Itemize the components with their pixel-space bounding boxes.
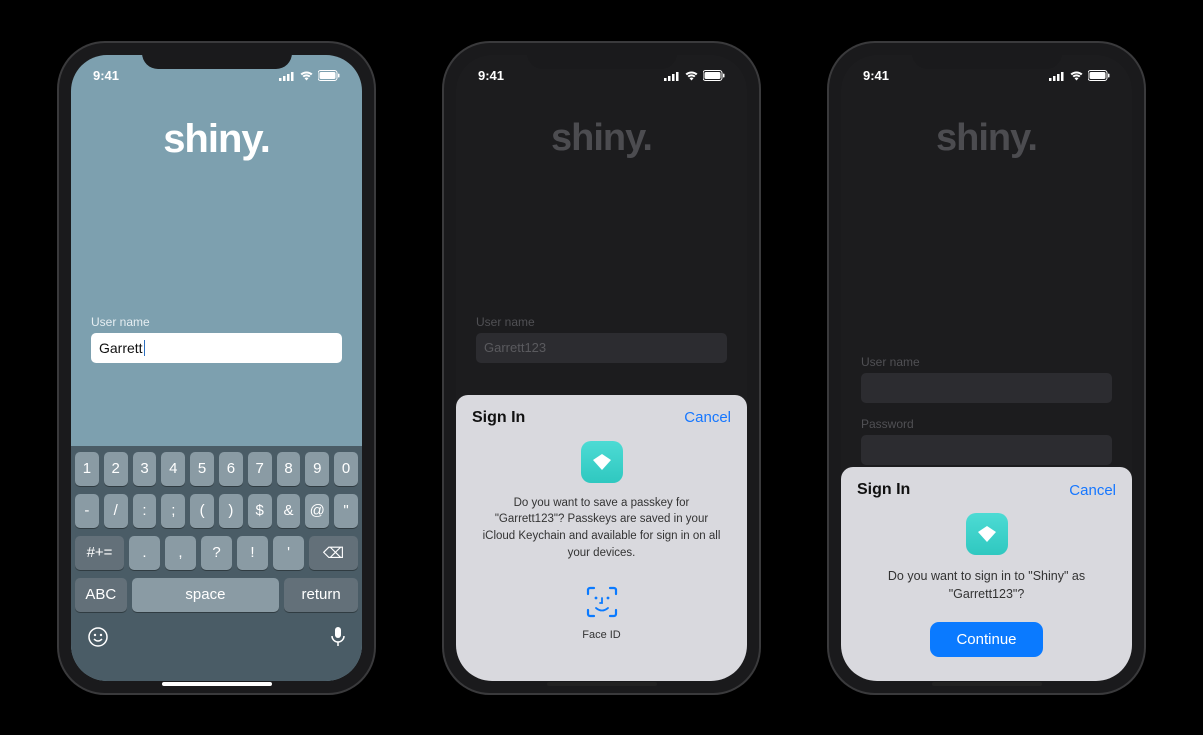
key-;[interactable]: ; — [161, 494, 185, 528]
key-0[interactable]: 0 — [334, 452, 358, 486]
create-account-form: User name Garrett — [91, 315, 342, 363]
key-([interactable]: ( — [190, 494, 214, 528]
key-3[interactable]: 3 — [133, 452, 157, 486]
cellular-icon — [279, 71, 295, 81]
cellular-icon — [1049, 71, 1065, 81]
key--[interactable]: - — [75, 494, 99, 528]
mic-icon[interactable] — [330, 626, 346, 653]
key-$[interactable]: $ — [248, 494, 272, 528]
continue-button[interactable]: Continue — [930, 622, 1042, 657]
app-icon — [581, 441, 623, 483]
phone-1: 9:41 shiny. User name Garret — [59, 43, 374, 693]
key-9[interactable]: 9 — [305, 452, 329, 486]
username-input — [861, 373, 1112, 403]
text-cursor — [144, 340, 145, 356]
key-8[interactable]: 8 — [277, 452, 301, 486]
home-indicator[interactable] — [547, 682, 657, 686]
username-input[interactable]: Garrett — [91, 333, 342, 363]
home-indicator[interactable] — [162, 682, 272, 686]
key-7[interactable]: 7 — [248, 452, 272, 486]
phone-2: 9:41 shiny. User name Garrett123 Sign In — [444, 43, 759, 693]
key-,[interactable]: , — [165, 536, 196, 570]
key-return[interactable]: return — [284, 578, 358, 612]
key-?[interactable]: ? — [201, 536, 232, 570]
username-label: User name — [91, 315, 342, 329]
key-2[interactable]: 2 — [104, 452, 128, 486]
cancel-button[interactable]: Cancel — [1069, 482, 1116, 499]
key-@[interactable]: @ — [305, 494, 329, 528]
key-&[interactable]: & — [277, 494, 301, 528]
app-icon — [966, 513, 1008, 555]
key-)[interactable]: ) — [219, 494, 243, 528]
username-label: User name — [861, 355, 1112, 369]
phone-3: 9:41 shiny. User name Password Sign In S… — [829, 43, 1144, 693]
key-backspace[interactable]: ⌫ — [309, 536, 358, 570]
sheet-title: Sign In — [857, 481, 910, 499]
ios-keyboard: 1234567890 -/:;()$&@" #+= .,?!' ⌫ ABC sp… — [71, 446, 362, 681]
key-:[interactable]: : — [133, 494, 157, 528]
key-abc[interactable]: ABC — [75, 578, 127, 612]
sheet-message: Do you want to sign in to "Shiny" as "Ga… — [857, 567, 1116, 603]
cancel-button[interactable]: Cancel — [684, 409, 731, 426]
sheet-title: Sign In — [472, 409, 525, 427]
username-value: Garrett — [99, 340, 143, 356]
dim-form: User name Garrett123 — [476, 315, 727, 363]
username-input: Garrett123 — [476, 333, 727, 363]
key-.[interactable]: . — [129, 536, 160, 570]
passkey-sheet: Sign In Cancel Do you want to save a pas… — [456, 395, 747, 681]
faceid-label: Face ID — [472, 629, 731, 641]
home-indicator[interactable] — [932, 682, 1042, 686]
faceid-icon[interactable] — [584, 607, 620, 624]
clock: 9:41 — [93, 68, 119, 83]
sheet-message: Do you want to save a passkey for "Garre… — [472, 495, 731, 562]
battery-icon — [703, 70, 725, 81]
notch — [527, 43, 677, 69]
cellular-icon — [664, 71, 680, 81]
wifi-icon — [299, 70, 314, 81]
key-1[interactable]: 1 — [75, 452, 99, 486]
dim-form: User name Password — [861, 355, 1112, 465]
key-4[interactable]: 4 — [161, 452, 185, 486]
key-space[interactable]: space — [132, 578, 280, 612]
key-'[interactable]: ' — [273, 536, 304, 570]
signin-sheet: Sign In Cancel Do you want to sign in to… — [841, 467, 1132, 680]
password-input — [861, 435, 1112, 465]
notch — [912, 43, 1062, 69]
key-5[interactable]: 5 — [190, 452, 214, 486]
key-symbols[interactable]: #+= — [75, 536, 124, 570]
emoji-icon[interactable] — [87, 626, 109, 653]
key-6[interactable]: 6 — [219, 452, 243, 486]
wifi-icon — [1069, 70, 1084, 81]
battery-icon — [318, 70, 340, 81]
key-"[interactable]: " — [334, 494, 358, 528]
wifi-icon — [684, 70, 699, 81]
key-![interactable]: ! — [237, 536, 268, 570]
battery-icon — [1088, 70, 1110, 81]
clock: 9:41 — [863, 68, 889, 83]
key-/[interactable]: / — [104, 494, 128, 528]
password-label: Password — [861, 417, 1112, 431]
notch — [142, 43, 292, 69]
clock: 9:41 — [478, 68, 504, 83]
username-label: User name — [476, 315, 727, 329]
